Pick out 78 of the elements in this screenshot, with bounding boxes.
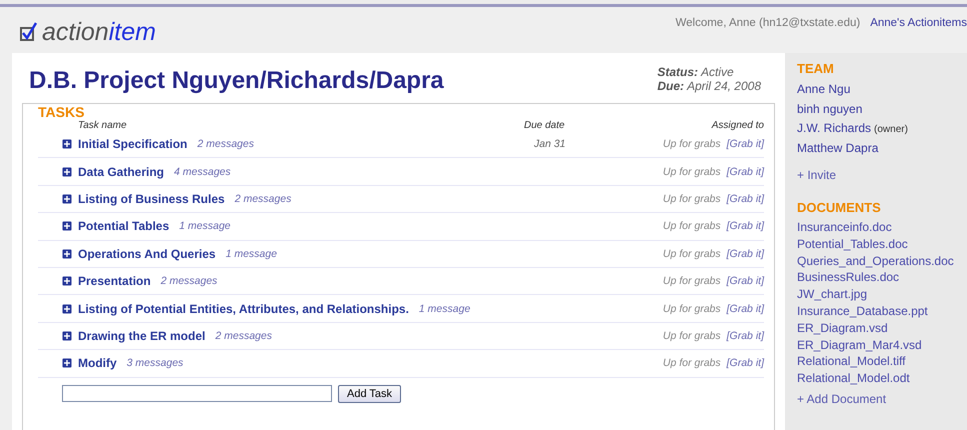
plus-icon[interactable] xyxy=(62,330,72,341)
document-link[interactable]: Queries_and_Operations.doc xyxy=(797,252,967,270)
plus-icon[interactable] xyxy=(62,194,72,204)
column-header: Due date xyxy=(524,120,566,131)
checkbox-icon xyxy=(20,22,38,42)
task-link[interactable]: Data Gathering xyxy=(78,164,164,179)
message-count: 4 messages xyxy=(174,166,231,178)
document-link[interactable]: ER_Diagram_Mar4.vsd xyxy=(797,336,967,354)
task-link[interactable]: Presentation xyxy=(78,274,151,288)
assignee-text: Up for grabs xyxy=(662,357,721,370)
document-link[interactable]: Potential_Tables.doc xyxy=(797,236,967,253)
message-count: 1 message xyxy=(418,302,470,315)
task-link[interactable]: Listing of Potential Entities, Attributes, and Relationships. xyxy=(78,302,409,316)
document-link[interactable]: Insuranceinfo.doc xyxy=(797,219,967,236)
task-link[interactable]: Modify xyxy=(78,356,117,370)
plus-icon[interactable] xyxy=(62,221,72,232)
add-document-link[interactable]: + Add Document xyxy=(797,392,967,406)
plus-icon[interactable] xyxy=(62,276,72,286)
grab-link[interactable]: [Grab it] xyxy=(726,248,764,260)
message-count: 2 messages xyxy=(234,192,292,205)
task-link[interactable]: Potential Tables xyxy=(78,219,170,234)
task-link[interactable]: Operations And Queries xyxy=(78,246,216,261)
member-link[interactable]: J.W. Richards xyxy=(797,119,872,138)
message-count: 2 messages xyxy=(160,275,218,288)
documents-heading: DOCUMENTS xyxy=(797,200,882,215)
assignee-text: Up for grabs xyxy=(662,248,721,260)
message-count: 2 messages xyxy=(197,138,254,150)
plus-icon[interactable] xyxy=(62,358,72,368)
grab-link[interactable]: [Grab it] xyxy=(726,330,764,342)
grab-link[interactable]: [Grab it] xyxy=(726,166,764,178)
grab-link[interactable]: [Grab it] xyxy=(726,302,764,315)
task-link[interactable]: Initial Specification xyxy=(78,137,188,152)
assignee-text: Up for grabs xyxy=(662,275,721,288)
assignee-text: Up for grabs xyxy=(662,220,721,232)
assignee-text: Up for grabs xyxy=(662,192,721,205)
plus-icon[interactable] xyxy=(62,304,72,314)
document-link[interactable]: JW_chart.jpg xyxy=(797,286,967,303)
task-input[interactable] xyxy=(62,384,332,402)
task-link[interactable]: Listing of Business Rules xyxy=(78,192,225,206)
document-link[interactable]: ER_Diagram.vsd xyxy=(797,320,967,337)
project-title: D.B. Project Nguyen/Richards/Dapra xyxy=(29,67,444,95)
team-heading: TEAM xyxy=(797,61,835,76)
grab-link[interactable]: [Grab it] xyxy=(726,192,764,205)
welcome-text: Welcome, Anne (hn12@txstate.edu) xyxy=(675,17,860,29)
document-link[interactable]: Relational_Model.tiff xyxy=(797,353,967,370)
grab-link[interactable]: [Grab it] xyxy=(726,138,764,150)
assignee-text: Up for grabs xyxy=(662,302,721,315)
document-link[interactable]: Insurance_Database.ppt xyxy=(797,302,967,320)
message-count: 2 messages xyxy=(215,330,272,342)
column-header: Task name xyxy=(78,120,128,131)
tasks-heading: TASKS xyxy=(38,104,86,120)
due-date: Jan 31 xyxy=(533,138,567,150)
member-link[interactable]: Matthew Dapra xyxy=(797,138,878,158)
plus-icon[interactable] xyxy=(62,248,72,259)
message-count: 1 message xyxy=(226,248,277,260)
due-text: Due: April 24, 2008 xyxy=(657,79,761,93)
grab-link[interactable]: [Grab it] xyxy=(726,275,764,288)
invite-link[interactable]: + Invite xyxy=(797,168,967,182)
plus-icon[interactable] xyxy=(62,166,72,177)
grab-link[interactable]: [Grab it] xyxy=(726,220,764,232)
message-count: 1 message xyxy=(179,220,231,232)
assignee-text: Up for grabs xyxy=(662,166,721,178)
document-link[interactable]: Relational_Model.odt xyxy=(797,370,967,387)
add-task-button[interactable]: Add Task xyxy=(338,384,402,403)
document-link[interactable]: BusinessRules.doc xyxy=(797,269,967,286)
message-count: 3 messages xyxy=(126,357,184,370)
status-text: Status: Active xyxy=(657,65,735,79)
member-link[interactable]: Anne Ngu xyxy=(797,80,850,100)
assignee-text: Up for grabs xyxy=(662,330,721,342)
logo-text: actionitem xyxy=(42,18,156,46)
user-link[interactable]: Anne's Actionitems xyxy=(870,17,967,29)
task-link[interactable]: Drawing the ER model xyxy=(78,328,206,343)
owner-note: (owner) xyxy=(874,124,908,135)
assignee-text: Up for grabs xyxy=(662,138,721,150)
member-link[interactable]: binh nguyen xyxy=(797,100,862,119)
grab-link[interactable]: [Grab it] xyxy=(726,357,764,370)
column-header: Assigned to xyxy=(710,120,764,131)
plus-icon[interactable] xyxy=(62,139,72,150)
